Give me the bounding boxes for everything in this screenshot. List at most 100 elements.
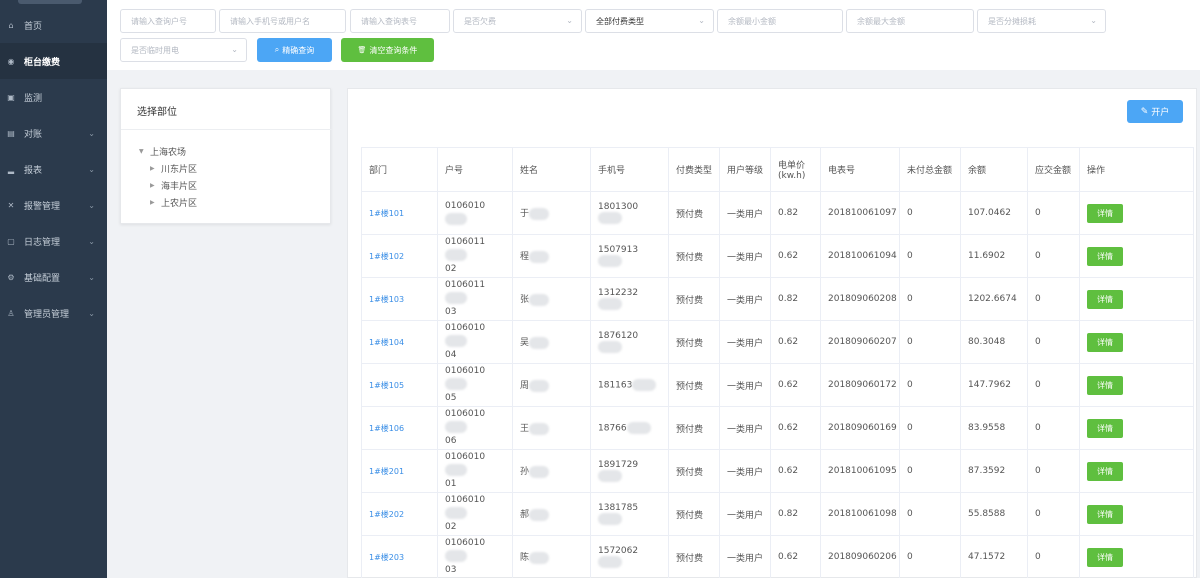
unpaid-cell: 0	[899, 363, 961, 407]
detail-button[interactable]: 详情	[1087, 375, 1123, 395]
detail-button[interactable]: 详情	[1087, 504, 1123, 524]
dept-link[interactable]: 1#楼102	[369, 252, 404, 261]
phone-cell: 1801300	[590, 191, 669, 235]
share-loss-select[interactable]: 是否分摊损耗 ⌄	[977, 9, 1106, 33]
meter-cell: 201810061095	[820, 449, 900, 493]
phone-number: 1876120	[598, 331, 639, 341]
min-balance-input[interactable]: 余额最小金额	[717, 9, 843, 33]
price-cell: 0.62	[770, 406, 821, 450]
user-level-cell: 一类用户	[719, 320, 771, 364]
account-number: 0106010	[445, 451, 505, 478]
dept-cell: 1#楼105	[361, 363, 438, 407]
settings-icon: ⚙	[7, 272, 15, 282]
alarm-icon: ✕	[7, 200, 15, 210]
caret-right-icon[interactable]: ▶	[150, 165, 156, 172]
phone-number: 1507913	[598, 245, 639, 255]
dept-link[interactable]: 1#楼201	[369, 467, 404, 476]
detail-button[interactable]: 详情	[1087, 547, 1123, 567]
tree-node-child[interactable]: ▶ 川东片区	[150, 162, 197, 175]
tree-node-root[interactable]: ▼ 上海农场	[139, 145, 186, 158]
account-number-suffix: 03	[445, 564, 457, 575]
phone-number: 18766	[598, 423, 627, 434]
sidebar: ⌂ 首页 ◉ 柜台缴费 ▣ 监测 ▤ 对账 ⌄ ▂ 报表 ⌄ ✕ 报警管理 ⌄ ▢ 日志管理 ⌄ ⚙ 基础配置 ⌄ ♙ 管理…	[0, 0, 107, 578]
detail-button[interactable]: 详情	[1087, 203, 1123, 223]
user-level-cell: 一类用户	[719, 492, 771, 536]
unpaid-cell: 0	[899, 277, 961, 321]
price-cell: 0.62	[770, 535, 821, 578]
chevron-down-icon: ⌄	[231, 45, 238, 54]
sidebar-item[interactable]: ▢ 日志管理 ⌄	[0, 223, 107, 259]
pay-type-select[interactable]: 全部付费类型 ⌄	[585, 9, 714, 33]
account-number-input[interactable]: 请输入查询户号	[120, 9, 216, 33]
edit-icon: ✎	[1140, 106, 1149, 117]
due-cell: 0	[1027, 492, 1080, 536]
sidebar-item[interactable]: ◉ 柜台缴费	[0, 43, 107, 79]
sidebar-item[interactable]: ♙ 管理员管理 ⌄	[0, 295, 107, 331]
name-cell: 于	[512, 191, 591, 235]
dept-cell: 1#楼201	[361, 449, 438, 493]
dept-link[interactable]: 1#楼105	[369, 381, 404, 390]
account-number: 0106010	[445, 494, 505, 521]
sidebar-item[interactable]: ⌂ 首页	[0, 7, 107, 43]
redacted-mask	[598, 255, 622, 267]
detail-button[interactable]: 详情	[1087, 332, 1123, 352]
redacted-mask	[529, 336, 550, 349]
sidebar-item-label: 基础配置	[24, 273, 61, 284]
detail-button[interactable]: 详情	[1087, 461, 1123, 481]
dept-link[interactable]: 1#楼101	[369, 209, 404, 218]
caret-down-icon[interactable]: ▼	[139, 148, 145, 155]
redacted-mask	[445, 212, 467, 225]
phone-number: 1381785	[598, 503, 639, 513]
redacted-mask	[529, 293, 550, 306]
pay-type-cell: 预付费	[668, 277, 720, 321]
dept-link[interactable]: 1#楼106	[369, 424, 404, 433]
user-name: 陈	[520, 553, 530, 564]
arrears-select[interactable]: 是否欠费 ⌄	[453, 9, 582, 33]
dept-cell: 1#楼106	[361, 406, 438, 450]
balance-cell: 107.0462	[960, 191, 1028, 235]
user-level-cell: 一类用户	[719, 277, 771, 321]
max-balance-input[interactable]: 余额最大金额	[846, 9, 974, 33]
exact-search-button[interactable]: ⌕ 精确查询	[257, 38, 332, 62]
caret-right-icon[interactable]: ▶	[150, 199, 156, 206]
meter-cell: 201809060172	[820, 363, 900, 407]
dept-link[interactable]: 1#楼103	[369, 295, 404, 304]
temp-power-select[interactable]: 是否临时用电 ⌄	[120, 38, 247, 62]
due-cell: 0	[1027, 234, 1080, 278]
action-cell: 详情	[1079, 492, 1194, 536]
caret-right-icon[interactable]: ▶	[150, 182, 156, 189]
account-number-placeholder: 请输入查询户号	[131, 16, 187, 26]
dept-link[interactable]: 1#楼203	[369, 553, 404, 562]
sidebar-item[interactable]: ▣ 监测	[0, 79, 107, 115]
table-row: 1#楼101 0106010 于 1801300 预付费 一类用户 0.82 20181006…	[361, 191, 1194, 235]
dept-cell: 1#楼102	[361, 234, 438, 278]
due-cell: 0	[1027, 535, 1080, 578]
meter-number-input[interactable]: 请输入查询表号	[350, 9, 450, 33]
sidebar-item[interactable]: ⚙ 基础配置 ⌄	[0, 259, 107, 295]
tree-node-child[interactable]: ▶ 海丰片区	[150, 179, 197, 192]
pay-type-cell: 预付费	[668, 234, 720, 278]
tree-node-label: 海丰片区	[161, 182, 198, 192]
trash-icon: 🗑	[357, 46, 367, 54]
detail-button[interactable]: 详情	[1087, 418, 1123, 438]
sidebar-item[interactable]: ▤ 对账 ⌄	[0, 115, 107, 151]
phone-or-name-input[interactable]: 请输入手机号或用户名	[219, 9, 346, 33]
table-row: 1#楼201 0106010 01 孙 1891729 预付费 一类用户 0.62 201810…	[361, 449, 1194, 493]
sidebar-item[interactable]: ✕ 报警管理 ⌄	[0, 187, 107, 223]
clear-filters-button[interactable]: 🗑 清空查询条件	[341, 38, 434, 62]
admin-icon: ♙	[7, 308, 15, 318]
phone-or-name-placeholder: 请输入手机号或用户名	[230, 16, 310, 26]
tree-node-child[interactable]: ▶ 上农片区	[150, 196, 197, 209]
table-row: 1#楼106 0106010 06 王 18766 预付费 一类用户 0.62 20180906…	[361, 406, 1194, 450]
detail-button[interactable]: 详情	[1087, 246, 1123, 266]
pay-type-cell: 预付费	[668, 406, 720, 450]
dept-link[interactable]: 1#楼104	[369, 338, 404, 347]
phone-cell: 1876120	[590, 320, 669, 364]
dept-link[interactable]: 1#楼202	[369, 510, 404, 519]
sidebar-item[interactable]: ▂ 报表 ⌄	[0, 151, 107, 187]
detail-button[interactable]: 详情	[1087, 289, 1123, 309]
open-account-button[interactable]: ✎ 开户	[1127, 100, 1183, 123]
monitor-icon: ▣	[7, 92, 15, 102]
tree-node-label: 上海农场	[150, 148, 187, 158]
account-number: 0106011	[445, 236, 505, 263]
